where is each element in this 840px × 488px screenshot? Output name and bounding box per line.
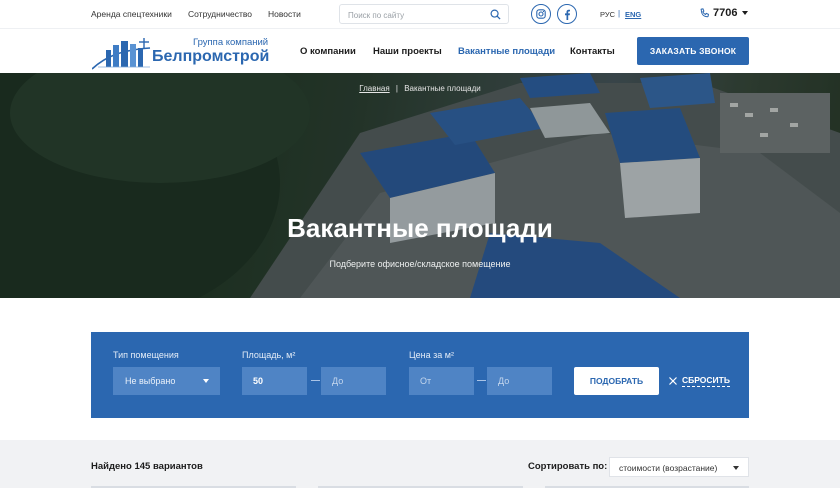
- search-icon[interactable]: [490, 9, 501, 20]
- logo[interactable]: Группа компаний Белпромстрой: [92, 34, 277, 70]
- type-select-value: Не выбрано: [125, 376, 176, 386]
- chevron-down-icon: [733, 466, 739, 470]
- close-icon: [669, 377, 677, 385]
- results-count: Найдено 145 вариантов: [91, 461, 203, 472]
- lang-en[interactable]: ENG: [625, 10, 641, 19]
- order-call-button[interactable]: ЗАКАЗАТЬ ЗВОНОК: [637, 37, 749, 65]
- logo-subtitle: Группа компаний: [193, 37, 269, 48]
- top-link-cooperation[interactable]: Сотрудничество: [188, 9, 252, 19]
- instagram-icon: [536, 9, 546, 19]
- phone-icon: [700, 7, 710, 17]
- logo-icon: [92, 38, 151, 70]
- hero-banner: Главная | Вакантные площади Вакантные пл…: [0, 73, 840, 298]
- type-label: Тип помещения: [113, 350, 179, 360]
- lang-separator: |: [618, 9, 621, 18]
- sort-label: Сортировать по:: [528, 461, 608, 472]
- type-select[interactable]: Не выбрано: [113, 367, 220, 395]
- breadcrumb-current: Вакантные площади: [404, 84, 481, 93]
- chevron-down-icon: [742, 11, 749, 15]
- price-to-input[interactable]: [487, 367, 552, 395]
- facebook-icon: [565, 9, 570, 20]
- price-range-dash: [477, 380, 486, 381]
- apply-filter-button[interactable]: ПОДОБРАТЬ: [574, 367, 659, 395]
- facebook-button[interactable]: [557, 4, 577, 24]
- sort-select-value: стоимости (возрастание): [619, 463, 718, 473]
- nav-about[interactable]: О компании: [300, 46, 356, 57]
- area-label: Площадь, м²: [242, 350, 296, 360]
- instagram-button[interactable]: [531, 4, 551, 24]
- search-filter-panel: Тип помещения Не выбрано Площадь, м² Цен…: [91, 332, 749, 418]
- reset-label: СБРОСИТЬ: [682, 375, 730, 387]
- main-nav: Группа компаний Белпромстрой О компании …: [0, 28, 840, 73]
- top-bar: Аренда спецтехники Сотрудничество Новост…: [0, 0, 840, 28]
- sort-select[interactable]: стоимости (возрастание): [609, 457, 749, 477]
- logo-title: Белпромстрой: [152, 48, 270, 65]
- results-bar: Найдено 145 вариантов Сортировать по: ст…: [0, 440, 840, 488]
- breadcrumb-separator: |: [395, 84, 398, 93]
- top-link-news[interactable]: Новости: [268, 9, 301, 19]
- price-from-input[interactable]: [409, 367, 474, 395]
- chevron-down-icon: [203, 379, 209, 383]
- area-to-input[interactable]: [321, 367, 386, 395]
- phone-dropdown[interactable]: 7706: [699, 7, 749, 19]
- page-title: Вакантные площади: [287, 213, 553, 243]
- lang-ru[interactable]: РУС: [600, 10, 615, 19]
- nav-vacant-spaces[interactable]: Вакантные площади: [458, 46, 555, 57]
- search-input[interactable]: [340, 6, 480, 25]
- breadcrumb: Главная | Вакантные площади: [0, 84, 840, 93]
- reset-filter-button[interactable]: СБРОСИТЬ: [669, 375, 730, 387]
- search-box: [339, 4, 509, 25]
- nav-projects[interactable]: Наши проекты: [373, 46, 442, 57]
- nav-contacts[interactable]: Контакты: [570, 46, 615, 57]
- price-label: Цена за м²: [409, 350, 454, 360]
- area-from-input[interactable]: [242, 367, 307, 395]
- breadcrumb-home[interactable]: Главная: [359, 84, 389, 93]
- page-subtitle: Подберите офисное/складское помещение: [329, 259, 511, 269]
- phone-number: 7706: [713, 7, 738, 19]
- area-range-dash: [311, 380, 320, 381]
- top-link-equipment-rental[interactable]: Аренда спецтехники: [91, 9, 172, 19]
